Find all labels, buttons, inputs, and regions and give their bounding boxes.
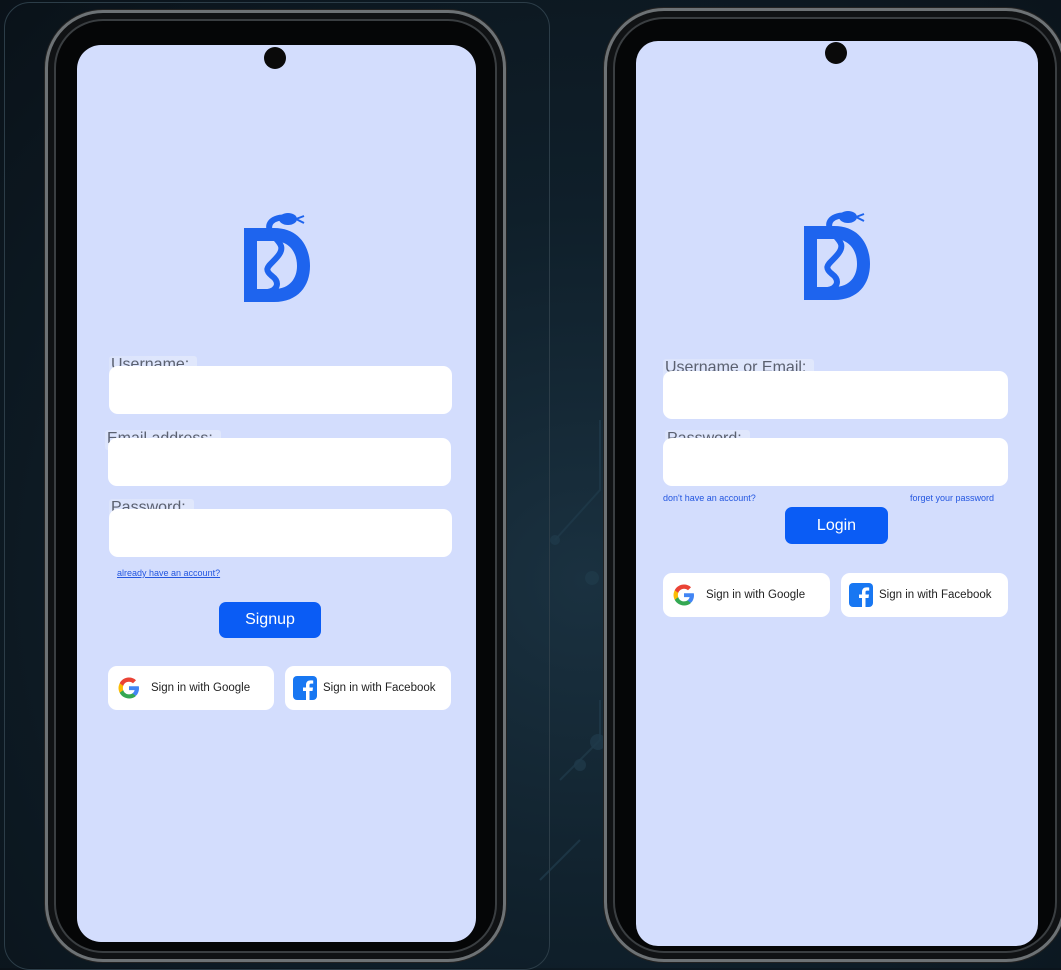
signup-screen: Username: Email address: Password: alrea… (77, 45, 476, 942)
google-button-label: Sign in with Google (151, 682, 251, 694)
snake-ds-logo-icon (804, 211, 870, 300)
google-icon (673, 584, 694, 606)
email-input[interactable] (108, 438, 451, 486)
facebook-signin-button[interactable]: Sign in with Facebook (841, 573, 1008, 617)
facebook-icon (849, 583, 873, 607)
password-input[interactable] (109, 509, 452, 557)
signup-button[interactable]: Signup (219, 602, 321, 638)
login-screen: Username or Email: Password: don't have … (636, 41, 1038, 946)
login-button[interactable]: Login (785, 507, 888, 544)
facebook-button-label: Sign in with Facebook (879, 589, 992, 601)
forgot-password-link[interactable]: forget your password (910, 493, 994, 503)
camera-notch (825, 42, 847, 64)
google-icon (118, 677, 139, 699)
username-input[interactable] (109, 366, 452, 414)
already-have-account-link[interactable]: already have an account? (117, 568, 220, 578)
facebook-button-label: Sign in with Facebook (323, 682, 436, 694)
google-button-label: Sign in with Google (706, 589, 806, 601)
no-account-link[interactable]: don't have an account? (663, 493, 756, 503)
facebook-icon (293, 676, 317, 700)
facebook-signin-button[interactable]: Sign in with Facebook (285, 666, 451, 710)
camera-notch (264, 47, 286, 69)
password-input[interactable] (663, 438, 1008, 486)
snake-ds-logo-icon (244, 213, 310, 302)
google-signin-button[interactable]: Sign in with Google (108, 666, 274, 710)
google-signin-button[interactable]: Sign in with Google (663, 573, 830, 617)
username-email-input[interactable] (663, 371, 1008, 419)
